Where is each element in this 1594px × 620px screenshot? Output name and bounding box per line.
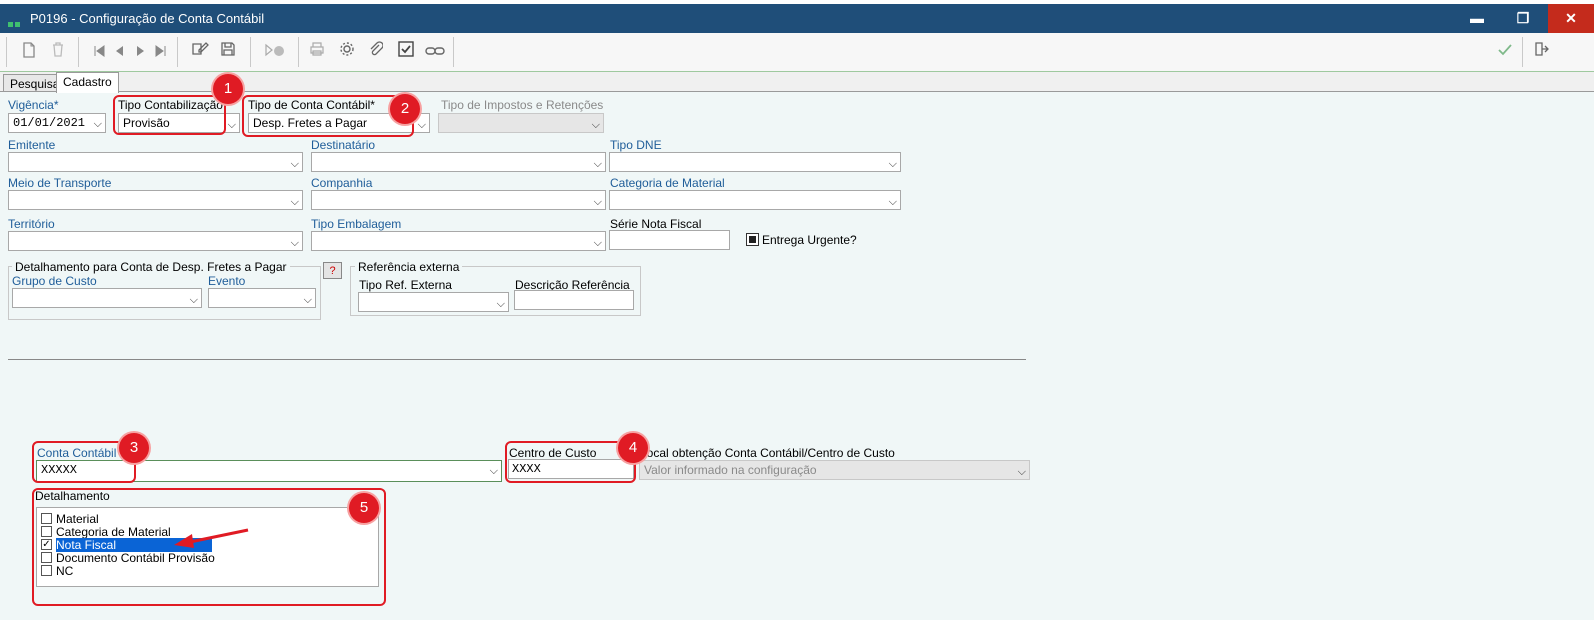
categoria-material-label: Categoria de Material xyxy=(610,176,725,190)
vigencia-label: Vigência* xyxy=(8,98,59,112)
serie-nota-fiscal-label: Série Nota Fiscal xyxy=(610,217,702,231)
chevron-down-icon: ⌵ xyxy=(417,119,426,131)
minimize-button[interactable]: ▬ xyxy=(1454,4,1500,33)
serie-nota-fiscal-input[interactable] xyxy=(609,230,730,250)
local-obtencao-value: Valor informado na configuração xyxy=(644,463,817,477)
prev-icon[interactable] xyxy=(108,41,130,63)
referencia-externa-title: Referência externa xyxy=(355,260,463,274)
annotation-badge-1: 1 xyxy=(213,74,243,104)
delete-icon[interactable] xyxy=(47,41,69,63)
annotation-box-5 xyxy=(32,488,386,606)
vigencia-value: 01/01/2021 xyxy=(13,116,86,130)
gear-icon[interactable] xyxy=(336,41,358,63)
checkbox-fill-icon xyxy=(749,236,756,243)
toolbar-separator xyxy=(177,37,179,67)
destinatario-select[interactable]: ⌵ xyxy=(311,152,606,172)
tab-cadastro[interactable]: Cadastro xyxy=(56,72,119,93)
grupo-custo-label: Grupo de Custo xyxy=(12,274,97,288)
chevron-down-icon: ⌵ xyxy=(593,196,602,208)
check-icon[interactable] xyxy=(395,41,417,63)
annotation-badge-2: 2 xyxy=(390,94,420,124)
chevron-down-icon: ⌵ xyxy=(888,196,897,208)
local-obtencao-label: Local obtenção Conta Contábil/Centro de … xyxy=(640,446,895,460)
run-icon[interactable] xyxy=(264,41,286,63)
title-bar: P0196 - Configuração de Conta Contábil ▬… xyxy=(0,4,1594,33)
tipo-embalagem-label: Tipo Embalagem xyxy=(311,217,402,231)
territorio-label: Território xyxy=(8,217,55,231)
vigencia-date-picker[interactable]: 01/01/2021 ⌵ xyxy=(8,113,106,133)
chevron-down-icon: ⌵ xyxy=(593,237,602,249)
maximize-button[interactable]: ❐ xyxy=(1500,4,1546,33)
chevron-down-icon: ⌵ xyxy=(227,119,236,131)
first-icon[interactable] xyxy=(88,41,110,63)
window-title: P0196 - Configuração de Conta Contábil xyxy=(30,11,265,26)
tipo-impostos-label: Tipo de Impostos e Retenções xyxy=(441,98,604,112)
chevron-down-icon: ⌵ xyxy=(593,158,602,170)
tipo-ref-externa-label: Tipo Ref. Externa xyxy=(359,278,452,292)
toolbar-separator xyxy=(6,37,8,67)
toolbar-separator xyxy=(78,37,80,67)
tipo-embalagem-select[interactable]: ⌵ xyxy=(311,231,606,251)
entrega-urgente-checkbox[interactable] xyxy=(746,233,759,246)
print-icon[interactable] xyxy=(306,41,328,63)
attach-icon[interactable] xyxy=(365,41,387,63)
exit-icon[interactable] xyxy=(1530,41,1552,63)
chevron-down-icon: ⌵ xyxy=(93,119,102,131)
chevron-down-icon: ⌵ xyxy=(888,158,897,170)
toolbar-separator xyxy=(453,37,455,67)
chevron-down-icon: ⌵ xyxy=(290,158,299,170)
close-button[interactable]: ✕ xyxy=(1548,4,1594,33)
chevron-down-icon: ⌵ xyxy=(189,294,198,306)
chevron-down-icon: ⌵ xyxy=(591,119,600,131)
confirm-icon[interactable] xyxy=(1494,41,1516,63)
chevron-down-icon: ⌵ xyxy=(290,196,299,208)
companhia-select[interactable]: ⌵ xyxy=(311,190,606,210)
companhia-label: Companhia xyxy=(311,176,373,190)
help-button[interactable]: ? xyxy=(323,262,342,279)
annotation-box-4 xyxy=(505,441,636,483)
emitente-select[interactable]: ⌵ xyxy=(8,152,303,172)
annotation-badge-4: 4 xyxy=(618,433,648,463)
new-icon[interactable] xyxy=(18,41,40,63)
destinatario-label: Destinatário xyxy=(311,138,376,152)
grupo-custo-select[interactable]: ⌵ xyxy=(12,288,202,308)
chevron-down-icon: ⌵ xyxy=(303,294,312,306)
territorio-select[interactable]: ⌵ xyxy=(8,231,303,251)
meio-transporte-label: Meio de Transporte xyxy=(8,176,112,190)
tipo-ref-externa-select[interactable]: ⌵ xyxy=(358,292,509,312)
chevron-down-icon: ⌵ xyxy=(489,466,498,478)
divider xyxy=(8,359,1026,360)
annotation-badge-5: 5 xyxy=(349,493,379,523)
descricao-referencia-input[interactable] xyxy=(514,290,634,310)
next-icon[interactable] xyxy=(130,41,152,63)
edit-icon[interactable] xyxy=(189,41,211,63)
annotation-box-2 xyxy=(242,95,414,137)
save-icon[interactable] xyxy=(217,41,239,63)
tipo-dne-label: Tipo DNE xyxy=(610,138,662,152)
annotation-box-1 xyxy=(113,95,226,135)
chevron-down-icon: ⌵ xyxy=(1017,466,1026,478)
tipo-impostos-select[interactable]: ⌵ xyxy=(438,113,604,133)
evento-select[interactable]: ⌵ xyxy=(208,288,316,308)
evento-label: Evento xyxy=(208,274,246,288)
toolbar-separator xyxy=(298,37,300,67)
local-obtencao-select[interactable]: Valor informado na configuração ⌵ xyxy=(639,460,1030,480)
detalhamento-conta-title: Detalhamento para Conta de Desp. Fretes … xyxy=(12,260,290,274)
app-icon xyxy=(8,16,22,27)
toolbar xyxy=(0,33,1594,72)
entrega-urgente-label: Entrega Urgente? xyxy=(762,233,857,247)
link-icon[interactable] xyxy=(424,41,446,63)
chevron-down-icon: ⌵ xyxy=(496,298,505,310)
toolbar-separator xyxy=(1522,37,1524,67)
last-icon[interactable] xyxy=(150,41,172,63)
chevron-down-icon: ⌵ xyxy=(290,237,299,249)
categoria-material-select[interactable]: ⌵ xyxy=(609,190,901,210)
annotation-badge-3: 3 xyxy=(119,433,149,463)
tipo-dne-select[interactable]: ⌵ xyxy=(609,152,901,172)
meio-transporte-select[interactable]: ⌵ xyxy=(8,190,303,210)
emitente-label: Emitente xyxy=(8,138,56,152)
toolbar-separator xyxy=(250,37,252,67)
